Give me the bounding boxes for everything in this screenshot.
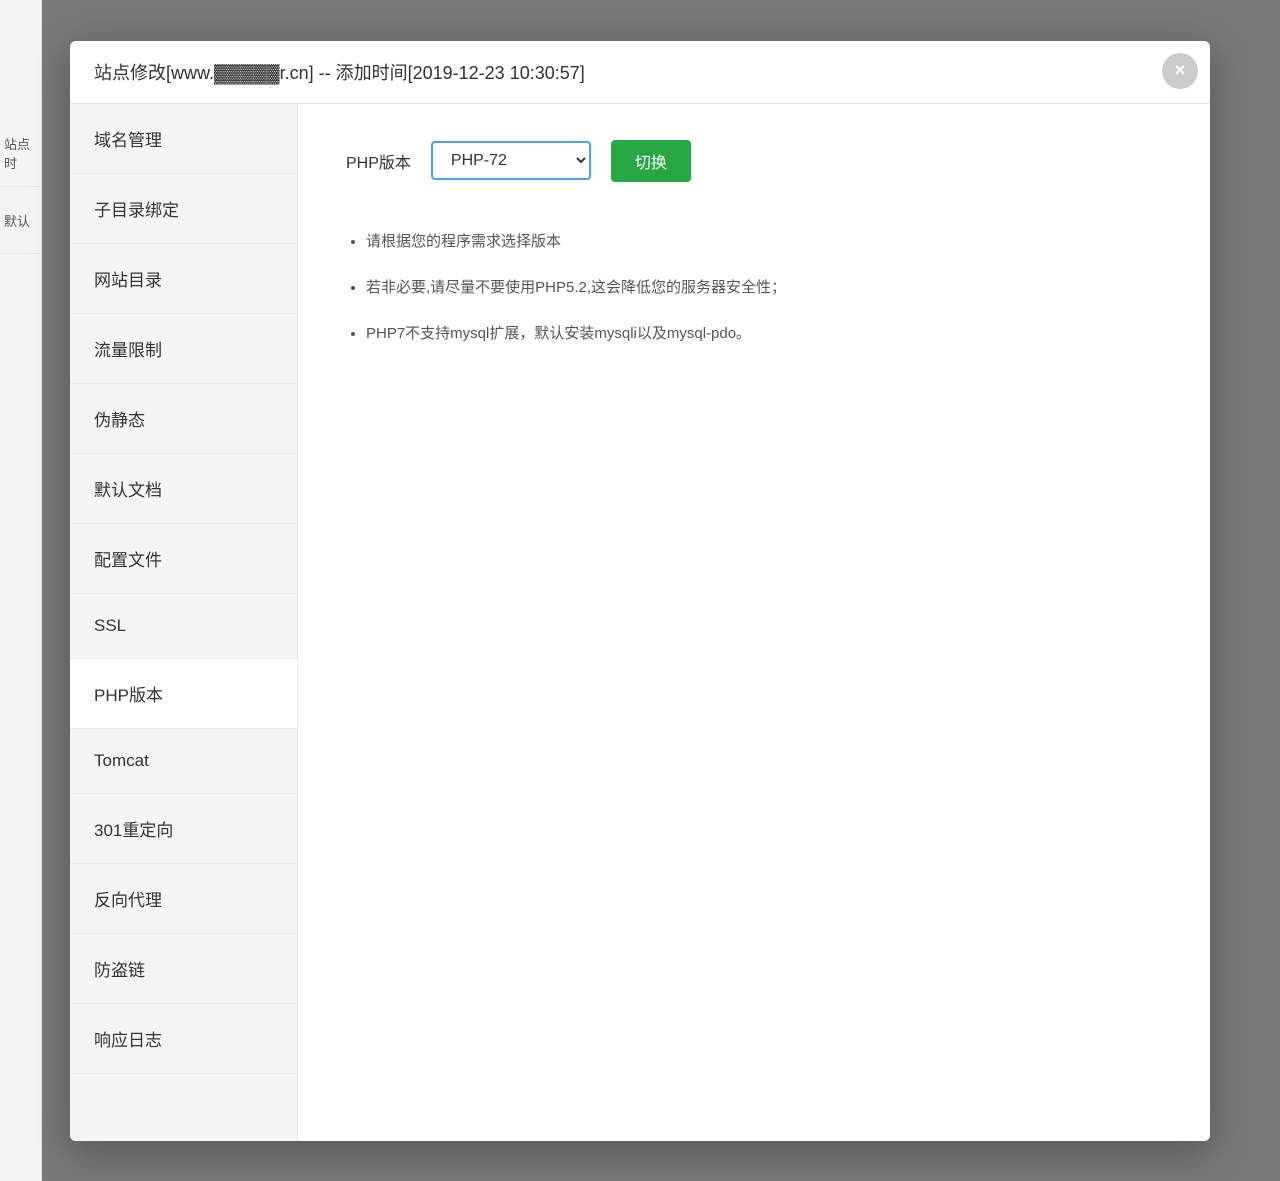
info-note: PHP7不支持mysql扩展，默认安装mysqli以及mysql-pdo。 — [366, 322, 1162, 346]
php-version-label: PHP版本 — [346, 149, 411, 173]
modal-dialog: 站点修改[www.▓▓▓▓▓r.cn] -- 添加时间[2019-12-23 1… — [70, 41, 1210, 1141]
sidebar-item-config[interactable]: 配置文件 — [70, 524, 297, 594]
sidebar-item-access-log[interactable]: 响应日志 — [70, 1004, 297, 1074]
php-version-row: PHP版本 PHP-72PHP-56PHP-70PHP-71PHP-73PHP-… — [346, 140, 1162, 182]
sidebar-item-reverse-proxy[interactable]: 反向代理 — [70, 864, 297, 934]
sidebar: 域名管理子目录绑定网站目录流量限制伪静态默认文档配置文件SSLPHP版本Tomc… — [70, 104, 298, 1141]
sidebar-item-redirect301[interactable]: 301重定向 — [70, 794, 297, 864]
left-edge-item-2: 默认 — [0, 187, 41, 254]
info-note: 若非必要,请尽量不要使用PHP5.2,这会降低您的服务器安全性； — [366, 276, 1162, 300]
info-list: 请根据您的程序需求选择版本若非必要,请尽量不要使用PHP5.2,这会降低您的服务… — [346, 230, 1162, 346]
sidebar-item-domain[interactable]: 域名管理 — [70, 104, 297, 174]
sidebar-item-subdir[interactable]: 子目录绑定 — [70, 174, 297, 244]
sidebar-item-default-doc[interactable]: 默认文档 — [70, 454, 297, 524]
modal-overlay: 站点时 默认 站点修改[www.▓▓▓▓▓r.cn] -- 添加时间[2019-… — [0, 0, 1280, 1181]
info-note: 请根据您的程序需求选择版本 — [366, 230, 1162, 254]
sidebar-item-traffic[interactable]: 流量限制 — [70, 314, 297, 384]
left-edge-sidebar: 站点时 默认 — [0, 0, 42, 1181]
left-edge-item-1: 站点时 — [0, 120, 41, 187]
sidebar-item-php-version[interactable]: PHP版本 — [70, 659, 297, 729]
sidebar-item-tomcat[interactable]: Tomcat — [70, 729, 297, 794]
php-version-select[interactable]: PHP-72PHP-56PHP-70PHP-71PHP-73PHP-74 — [431, 141, 591, 180]
sidebar-item-hotlink[interactable]: 防盗链 — [70, 934, 297, 1004]
main-content: PHP版本 PHP-72PHP-56PHP-70PHP-71PHP-73PHP-… — [298, 104, 1210, 1141]
sidebar-item-rewrite[interactable]: 伪静态 — [70, 384, 297, 454]
switch-button[interactable]: 切换 — [611, 140, 691, 182]
modal-header: 站点修改[www.▓▓▓▓▓r.cn] -- 添加时间[2019-12-23 1… — [70, 41, 1210, 104]
sidebar-item-ssl[interactable]: SSL — [70, 594, 297, 659]
sidebar-item-webroot[interactable]: 网站目录 — [70, 244, 297, 314]
close-button[interactable]: × — [1162, 53, 1198, 89]
modal-body: 域名管理子目录绑定网站目录流量限制伪静态默认文档配置文件SSLPHP版本Tomc… — [70, 104, 1210, 1141]
modal-title: 站点修改[www.▓▓▓▓▓r.cn] -- 添加时间[2019-12-23 1… — [94, 63, 585, 83]
